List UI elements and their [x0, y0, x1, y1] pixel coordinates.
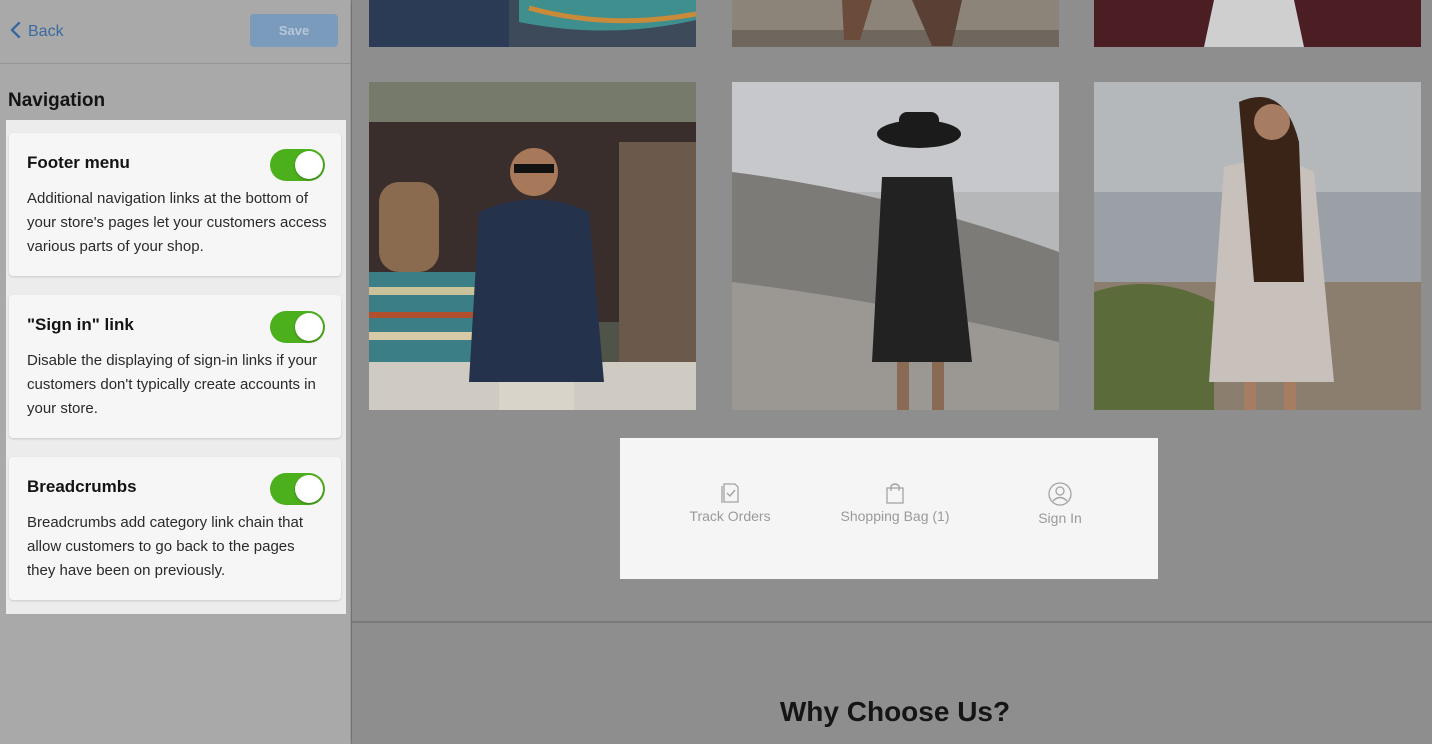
sign-in-link[interactable]: Sign In [1020, 482, 1100, 526]
back-label: Back [28, 23, 64, 40]
user-circle-icon [1020, 482, 1100, 506]
sign-in-label: Sign In [1038, 510, 1082, 526]
card-title: "Sign in" link [27, 315, 134, 334]
section-title: Navigation [8, 90, 106, 111]
card-description: Additional navigation links at the botto… [27, 190, 327, 255]
toggle-knob [295, 475, 323, 503]
back-button[interactable]: Back [10, 20, 64, 44]
product-photo[interactable] [732, 0, 1059, 47]
store-preview: Track Orders Shopping Bag (1) Sign In Wh… [352, 0, 1432, 744]
sign-in-link-toggle[interactable] [270, 311, 325, 343]
section-divider [352, 621, 1432, 623]
card-title: Footer menu [27, 153, 130, 172]
shopping-bag-icon [835, 482, 955, 504]
card-description: Disable the displaying of sign-in links … [27, 352, 318, 417]
settings-cards: Footer menu Additional navigation links … [6, 120, 346, 614]
section-heading: Why Choose Us? [779, 696, 1011, 727]
clipboard-check-icon [686, 482, 774, 504]
breadcrumbs-card: Breadcrumbs Breadcrumbs add category lin… [9, 457, 341, 600]
breadcrumbs-toggle[interactable] [270, 473, 325, 505]
product-photo-woman-beach[interactable] [1094, 82, 1421, 410]
product-photo[interactable] [1094, 0, 1421, 47]
card-title: Breadcrumbs [27, 477, 137, 496]
card-description: Breadcrumbs add category link chain that… [27, 514, 303, 579]
track-orders-label: Track Orders [689, 508, 771, 524]
product-photo-woman-hat[interactable] [732, 82, 1059, 410]
product-photo[interactable] [369, 0, 696, 47]
settings-panel: Back Save Navigation Footer menu Additio… [0, 0, 351, 744]
save-button[interactable]: Save [250, 14, 338, 47]
panel-toolbar: Back Save [0, 0, 351, 64]
sign-in-link-card: "Sign in" link Disable the displaying of… [9, 295, 341, 438]
product-photo-man-van[interactable] [369, 82, 696, 410]
shopping-bag-label: Shopping Bag (1) [840, 508, 950, 524]
toggle-knob [295, 151, 323, 179]
track-orders-link[interactable]: Track Orders [686, 482, 774, 524]
footer-menu-card: Footer menu Additional navigation links … [9, 133, 341, 276]
toggle-knob [295, 313, 323, 341]
store-footer-menu: Track Orders Shopping Bag (1) Sign In [620, 438, 1158, 579]
chevron-left-icon [10, 21, 22, 43]
shopping-bag-link[interactable]: Shopping Bag (1) [835, 482, 955, 524]
footer-menu-toggle[interactable] [270, 149, 325, 181]
